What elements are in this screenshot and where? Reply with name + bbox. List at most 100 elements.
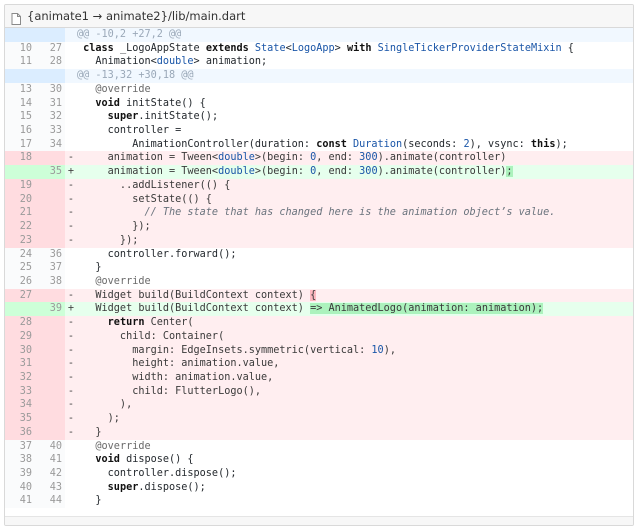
new-line-number[interactable]: 30 [35,82,65,97]
old-line-number[interactable]: 27 [5,288,35,303]
diff-line: 23 - }); [5,233,633,248]
diff-body: @@ -10,2 +27,2 @@ 10 27 class _LogoAppStat… [5,28,633,509]
old-line-number[interactable]: 37 [5,439,35,454]
file-header[interactable]: {animate1 → animate2}/lib/main.dart [5,5,633,28]
change-marker: - [67,221,75,233]
code-text: super.initState(); [107,111,219,123]
new-line-number[interactable]: 42 [35,467,65,481]
old-line-number[interactable]: 20 [5,192,35,207]
old-line-number[interactable]: 40 [5,480,35,495]
diff-line: 35 + animation = Tween<double>(begin: 0, … [5,165,633,179]
code-text: } [77,495,102,507]
old-line-number[interactable]: 23 [5,233,35,248]
code-text: @@ -13,32 +30,18 @@ [77,70,194,82]
old-line-number[interactable]: 28 [5,316,35,330]
new-line-number[interactable] [35,206,65,221]
diff-line: 35 - ); [5,412,633,426]
old-line-number[interactable]: 41 [5,494,35,509]
change-marker [65,453,77,467]
new-line-number[interactable] [35,220,65,234]
change-marker [65,261,77,275]
diff-line: 11 28 Animation<double> animation; [5,55,633,70]
old-line-number[interactable]: 21 [5,206,35,221]
new-line-number[interactable]: 28 [35,55,65,70]
new-line-number[interactable] [35,316,65,330]
old-line-number[interactable]: 33 [5,384,35,399]
new-line-number[interactable] [35,151,65,166]
new-line-number[interactable]: 32 [35,110,65,125]
old-line-number[interactable]: 11 [5,55,35,70]
old-line-number[interactable] [5,165,35,179]
new-line-number[interactable] [35,288,65,303]
old-line-number[interactable]: 10 [5,41,35,56]
old-line-number[interactable]: 39 [5,467,35,481]
old-line-number[interactable] [5,28,35,42]
old-line-number[interactable] [5,69,35,83]
change-marker: - [67,193,75,205]
new-line-number[interactable]: 41 [35,453,65,467]
new-line-number[interactable]: 35 [35,165,65,179]
new-line-number[interactable]: 31 [35,96,65,111]
old-line-number[interactable]: 32 [5,370,35,385]
new-line-number[interactable] [35,384,65,399]
old-line-number[interactable]: 17 [5,137,35,152]
old-line-number[interactable]: 19 [5,178,35,193]
old-line-number[interactable]: 30 [5,343,35,358]
old-line-number[interactable]: 24 [5,247,35,262]
change-marker [65,494,77,508]
new-line-number[interactable]: 34 [35,137,65,152]
change-marker [65,83,77,97]
old-line-number[interactable]: 25 [5,261,35,275]
new-line-number[interactable] [35,329,65,344]
change-marker [65,69,77,83]
old-line-number[interactable]: 15 [5,110,35,125]
new-line-number[interactable]: 27 [35,41,65,56]
new-line-number[interactable]: 44 [35,494,65,509]
change-marker: + [67,303,75,315]
diff-line: 39 42 controller.dispose(); [5,467,633,481]
old-line-number[interactable]: 18 [5,151,35,166]
new-line-number[interactable] [35,192,65,207]
horizontal-scrollbar[interactable] [5,516,633,525]
new-line-number[interactable] [35,357,65,371]
old-line-number[interactable]: 13 [5,82,35,97]
new-line-number[interactable] [35,69,65,83]
change-marker [65,55,77,69]
new-line-number[interactable] [35,425,65,440]
code-text: width: animation.value, [77,371,274,383]
code-text: Widget build(BuildContext context) => An… [77,303,544,315]
new-line-number[interactable] [35,233,65,248]
code-text: }); [77,234,139,246]
code-text: }); [77,221,151,233]
new-line-number[interactable] [35,398,65,413]
new-line-number[interactable] [35,343,65,358]
old-line-number[interactable]: 31 [5,357,35,371]
new-line-number[interactable]: 33 [35,124,65,138]
old-line-number[interactable]: 22 [5,220,35,234]
diff-line: 10 27 class _LogoAppState extends State<L… [5,41,633,56]
old-line-number[interactable]: 36 [5,425,35,440]
new-line-number[interactable]: 38 [35,274,65,289]
new-line-number[interactable]: 36 [35,247,65,262]
new-line-number[interactable]: 39 [35,302,65,317]
diff-line: 20 - setState(() { [5,192,633,207]
old-line-number[interactable]: 35 [5,412,35,426]
change-marker [65,42,77,56]
old-line-number[interactable]: 38 [5,453,35,467]
old-line-number[interactable]: 14 [5,96,35,111]
new-line-number[interactable] [35,412,65,426]
new-line-number[interactable] [35,178,65,193]
code-text: setState(() { [77,193,212,205]
new-line-number[interactable]: 40 [35,439,65,454]
change-marker [65,28,77,42]
new-line-number[interactable] [35,370,65,385]
old-line-number[interactable]: 16 [5,124,35,138]
change-marker: - [67,413,75,425]
old-line-number[interactable]: 34 [5,398,35,413]
old-line-number[interactable] [5,302,35,317]
old-line-number[interactable]: 26 [5,274,35,289]
new-line-number[interactable]: 37 [35,261,65,275]
new-line-number[interactable] [35,28,65,42]
new-line-number[interactable]: 43 [35,480,65,495]
old-line-number[interactable]: 29 [5,329,35,344]
